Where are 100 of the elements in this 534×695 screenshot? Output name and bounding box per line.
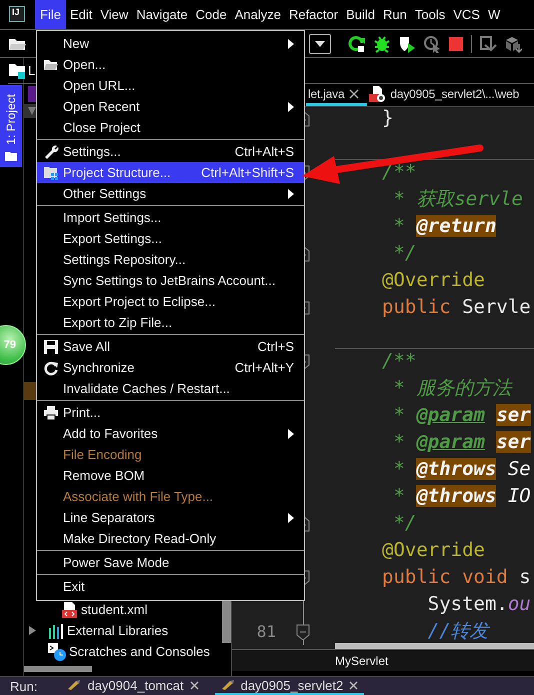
code-line: @Override [382, 269, 485, 291]
menu-bar-item[interactable]: Navigate [132, 0, 192, 29]
submenu-arrow-icon [288, 428, 294, 438]
scrollbar-thumb[interactable] [24, 666, 92, 672]
tree-item[interactable]: External Libraries [67, 623, 168, 638]
shortcut-label: Ctrl+Alt+S [234, 144, 294, 159]
code-line: */ [392, 242, 416, 264]
menu-item[interactable]: Add to Favorites [37, 423, 304, 444]
shortcut-label: Ctrl+S [258, 339, 294, 354]
sync-icon [43, 360, 59, 376]
menu-item[interactable]: New [37, 33, 304, 54]
menu-bar-item[interactable]: Analyze [230, 0, 285, 29]
stop-icon[interactable] [448, 36, 464, 52]
close-icon[interactable] [190, 680, 199, 690]
menu-bar-item[interactable]: Run [379, 0, 411, 29]
run-tab[interactable]: day0904_tomcat [61, 677, 205, 695]
submenu-arrow-icon [288, 188, 294, 198]
xml-file-icon [62, 602, 78, 618]
expand-arrow-icon[interactable] [28, 107, 36, 115]
folder-icon [5, 151, 17, 161]
menu-item[interactable]: Close Project [37, 117, 304, 138]
folder-icon[interactable] [8, 36, 26, 50]
shield-play-icon[interactable] [398, 34, 416, 52]
menu-item[interactable]: Remove BOM [37, 465, 304, 486]
close-icon[interactable] [349, 88, 360, 98]
clock-cursor-icon[interactable] [423, 34, 441, 52]
rerun-icon[interactable] [348, 34, 366, 52]
code-line: * @param ser [392, 404, 531, 426]
code-line: public Servle [382, 296, 531, 318]
menu-item[interactable]: Line Separators [37, 507, 304, 528]
app-logo: IJ [9, 6, 25, 22]
menu-bar-item[interactable]: Build [342, 0, 380, 29]
code-line: * @throws IO [392, 485, 531, 507]
menu-bar-item[interactable]: Tools [410, 0, 450, 29]
menu-item[interactable]: Open Recent [37, 96, 304, 117]
config-dropdown[interactable] [309, 34, 331, 54]
module-folder-icon [8, 62, 26, 80]
run-tab[interactable]: day0905_servlet2 [214, 677, 364, 695]
menu-bar-item[interactable]: File [35, 0, 66, 29]
scrollbar-thumb[interactable] [335, 643, 534, 649]
menu-bar-item[interactable]: W [484, 0, 504, 29]
tree-item[interactable]: student.xml [81, 602, 148, 617]
menu-bar-item[interactable]: Edit [66, 0, 96, 29]
bug-icon[interactable] [373, 34, 391, 52]
code-line: */ [392, 512, 416, 534]
code-line: } [382, 107, 394, 129]
expand-arrow-icon[interactable] [28, 626, 37, 635]
menu-item[interactable]: Project Structure... Ctrl+Alt+Shift+S [37, 162, 304, 183]
menu-item[interactable]: Export Settings... [37, 228, 304, 249]
menu-item[interactable]: Power Save Mode [37, 552, 304, 573]
menu-item[interactable]: Make Directory Read-Only [37, 528, 304, 549]
submenu-arrow-icon [288, 512, 294, 522]
menu-item[interactable]: Print... [37, 402, 304, 423]
code-line: * @param ser [392, 431, 531, 453]
code-line: * @throws Se [392, 458, 531, 480]
shortcut-label: Ctrl+Alt+Y [234, 360, 294, 375]
code-line: * @return [392, 215, 496, 237]
code-line: /** [382, 350, 416, 372]
xml-file-icon [369, 86, 386, 102]
menu-bar-item[interactable]: Code [192, 0, 231, 29]
tree-item[interactable]: Scratches and Consoles [69, 644, 210, 659]
menu-item[interactable]: Export Project to Eclipse... [37, 291, 304, 312]
code-line: * 获取servle [392, 188, 523, 210]
menu-item[interactable]: Open URL... [37, 75, 304, 96]
menu-bar-item[interactable]: Refactor [284, 0, 342, 29]
package-download-icon[interactable] [504, 34, 522, 52]
line-number: 81 [256, 622, 276, 641]
menu-item[interactable]: Open... [37, 54, 304, 75]
shortcut-label: Ctrl+Alt+Shift+S [201, 165, 294, 180]
deploy-icon[interactable] [479, 34, 497, 52]
score-badge: 79 [0, 325, 26, 365]
project-tool-tab[interactable]: 1: Project [0, 85, 22, 167]
run-label: Run: [10, 678, 38, 694]
editor-tab[interactable]: day0905_servlet2\...\web [367, 84, 528, 106]
tomcat-icon [67, 679, 82, 691]
menu-item[interactable]: Settings Repository... [37, 249, 304, 270]
code-line: * 服务的方法 [392, 377, 512, 399]
menu-item[interactable]: Sync Settings to JetBrains Account... [37, 270, 304, 291]
menu-item[interactable]: Synchronize Ctrl+Alt+Y [37, 357, 304, 378]
menu-bar-item[interactable]: VCS [449, 0, 484, 29]
folder-grid-icon [43, 164, 59, 180]
menu-item[interactable]: Import Settings... [37, 207, 304, 228]
breadcrumb-item[interactable]: MyServlet [335, 654, 388, 668]
menu-item[interactable]: Other Settings [37, 183, 304, 204]
tomcat-icon [220, 679, 235, 691]
fold-marker-icon[interactable] [296, 624, 310, 640]
code-line: //转发 [426, 620, 489, 642]
menu-item[interactable]: Invalidate Caches / Restart... [37, 378, 304, 399]
code-line: System.ou [426, 593, 531, 615]
menu-item[interactable]: Settings... Ctrl+Alt+S [37, 141, 304, 162]
printer-icon [43, 404, 59, 420]
menu-item[interactable]: Exit [37, 576, 304, 597]
menu-item[interactable]: Export to Zip File... [37, 312, 304, 333]
submenu-arrow-icon [288, 102, 294, 112]
close-icon[interactable] [349, 680, 358, 690]
menu-bar-item[interactable]: View [96, 0, 132, 29]
menu-item[interactable]: Save All Ctrl+S [37, 336, 304, 357]
module-icon [28, 86, 36, 102]
save-icon [43, 338, 59, 354]
wrench-icon [43, 144, 59, 160]
